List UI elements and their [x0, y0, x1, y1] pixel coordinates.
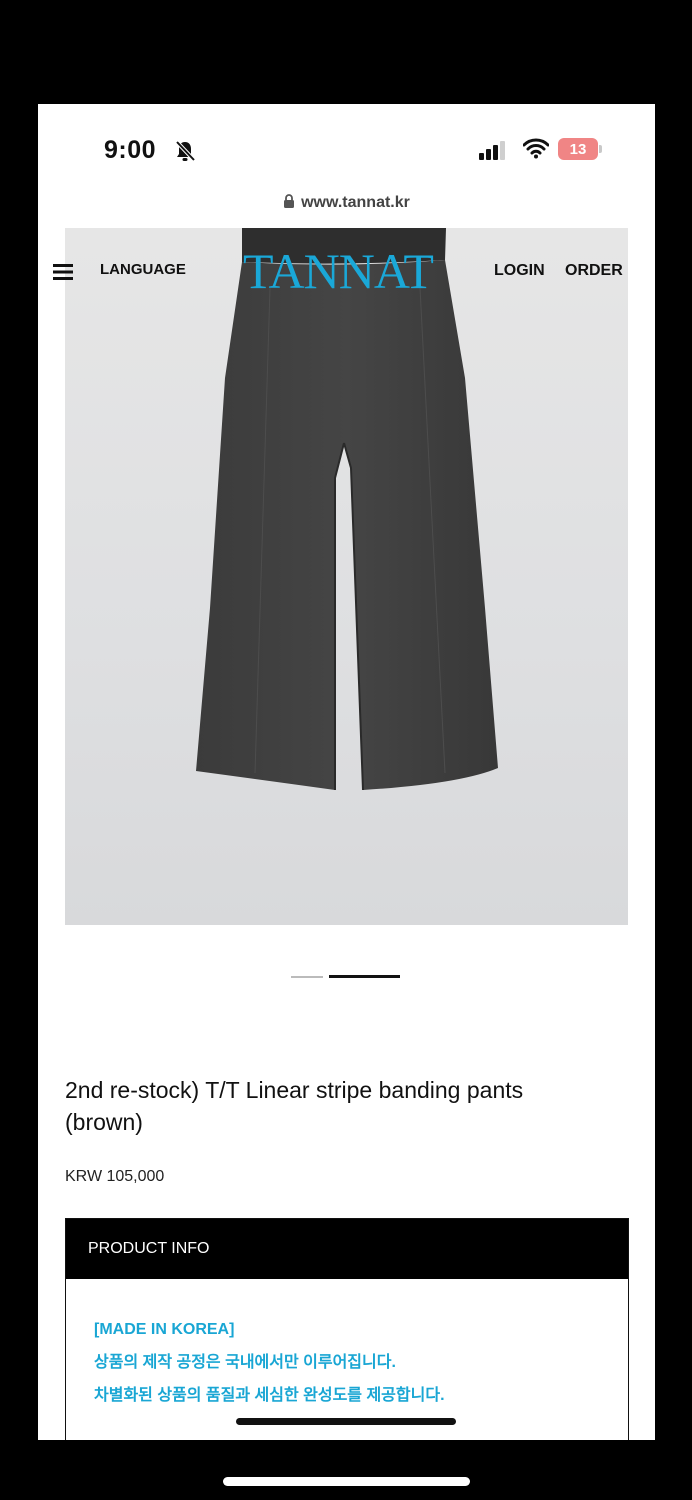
battery-cap [599, 145, 602, 153]
product-price: KRW 105,000 [65, 1168, 165, 1185]
browser-home-indicator [236, 1418, 456, 1425]
url-text: www.tannat.kr [301, 194, 410, 211]
wifi-icon [523, 138, 549, 159]
product-info-box: PRODUCT INFO [MADE IN KOREA] 상품의 제작 공정은 … [65, 1218, 629, 1440]
site-logo[interactable]: TANNAT [243, 242, 434, 300]
info-line: [MADE IN KOREA] [94, 1321, 235, 1338]
url-bar[interactable]: www.tannat.kr [38, 194, 655, 212]
nav-order[interactable]: ORDER [565, 262, 623, 280]
status-time: 9:00 [104, 136, 157, 164]
pants-image [196, 228, 498, 791]
info-line: 상품의 제작 공정은 국내에서만 이루어집니다. [94, 1354, 396, 1371]
product-info-heading[interactable]: PRODUCT INFO [66, 1219, 628, 1279]
slider-indicator-1[interactable] [291, 976, 323, 978]
bell-slash-icon [175, 140, 196, 162]
lock-icon [284, 194, 295, 208]
battery-icon: 13 [558, 138, 598, 160]
slider-indicator-2-active[interactable] [329, 975, 400, 978]
battery-level: 13 [569, 140, 587, 158]
nav-language[interactable]: LANGUAGE [100, 261, 186, 278]
home-indicator [223, 1477, 470, 1486]
hamburger-menu-icon[interactable] [53, 264, 73, 280]
signal-icon [479, 141, 505, 160]
phone-screen: 9:00 13 www.tannat.kr LANGUAGE TANNAT LO… [38, 104, 655, 1440]
product-image[interactable] [65, 228, 628, 925]
nav-login[interactable]: LOGIN [494, 262, 545, 280]
product-title: 2nd re-stock) T/T Linear stripe banding … [65, 1077, 524, 1135]
info-line: 차별화된 상품의 품질과 세심한 완성도를 제공합니다. [94, 1387, 445, 1404]
product-info-body: [MADE IN KOREA] 상품의 제작 공정은 국내에서만 이루어집니다.… [66, 1279, 628, 1412]
